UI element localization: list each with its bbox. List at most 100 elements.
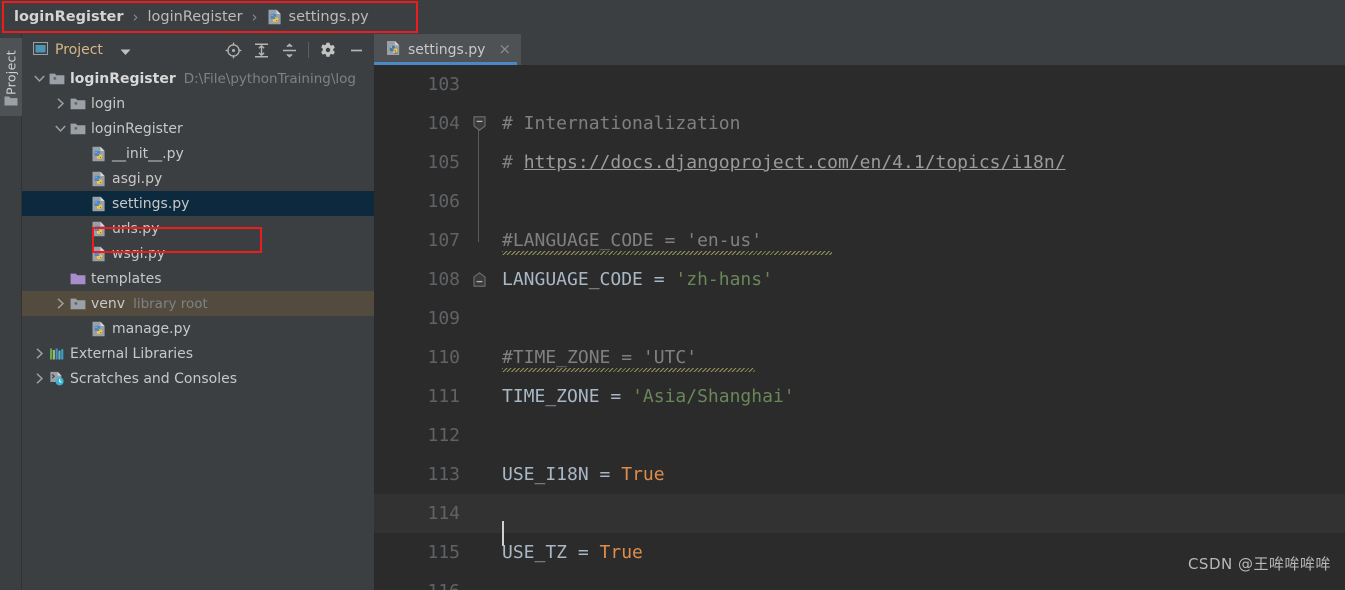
code-line-105[interactable]: 105 # https://docs.djangoproject.com/en/4… <box>374 143 1345 182</box>
expand-all-icon[interactable] <box>247 36 275 64</box>
tree-row-templates[interactable]: templates <box>22 266 374 291</box>
fold-column <box>473 299 489 338</box>
tree-row-venv[interactable]: venv library root <box>22 291 374 316</box>
code-text: TIME_ZONE = 'Asia/Shanghai' <box>489 377 795 416</box>
code-text: # https://docs.djangoproject.com/en/4.1/… <box>489 143 1066 182</box>
tree-row-label: venv <box>91 295 126 312</box>
tree-row-label: wsgi.py <box>112 245 166 262</box>
fold-region-start-icon[interactable] <box>473 116 486 135</box>
code-token: = <box>599 464 622 485</box>
fold-column <box>473 260 489 299</box>
toolbar-divider <box>308 42 309 58</box>
code-line-110[interactable]: 110 #TIME_ZONE = 'UTC' <box>374 338 1345 377</box>
code-token: = <box>610 386 633 407</box>
fold-column <box>473 572 489 590</box>
folder-module-icon <box>68 122 87 136</box>
tree-row-label: urls.py <box>112 220 160 237</box>
code-text: # Internationalization <box>489 104 740 143</box>
chevron-right-icon[interactable] <box>32 348 47 359</box>
tree-row-login[interactable]: login <box>22 91 374 116</box>
tree-row-label: loginRegister <box>91 120 183 137</box>
chevron-down-icon[interactable] <box>32 74 47 83</box>
folder-module-icon <box>47 72 66 86</box>
tree-row-label: login <box>91 95 126 112</box>
tree-row-__init__-py[interactable]: __init__.py <box>22 141 374 166</box>
watermark-text: CSDN @王哞哞哞哞 <box>1187 555 1331 573</box>
chevron-right-icon[interactable] <box>53 98 68 109</box>
fold-column <box>473 533 489 572</box>
code-editor[interactable]: 103 104 # Internationalization 105 # https:/… <box>374 65 1345 590</box>
tree-row-subtext: library root <box>133 295 208 312</box>
project-file-tree[interactable]: loginRegister D:\File\pythonTraining\log … <box>22 66 374 590</box>
code-line-114[interactable]: 114 <box>374 494 1345 546</box>
chevron-down-icon[interactable] <box>120 41 131 60</box>
code-text: USE_I18N = True <box>489 455 665 494</box>
tree-row-settings-py[interactable]: settings.py <box>22 191 374 216</box>
breadcrumb-item-settings-py[interactable]: settings.py <box>267 9 369 25</box>
fold-column <box>473 494 489 533</box>
breadcrumb-item-loginregister[interactable]: loginRegister <box>14 9 124 25</box>
line-number: 106 <box>374 182 473 221</box>
tree-row-subtext: D:\File\pythonTraining\log <box>183 70 356 87</box>
code-line-116[interactable]: 116 <box>374 572 1345 590</box>
python-file-icon <box>89 196 108 212</box>
project-toolbar: Project <box>22 34 374 66</box>
code-text: USE_TZ = True <box>489 533 643 572</box>
editor-tab-bar: settings.py × <box>374 34 1345 65</box>
line-number: 105 <box>374 143 473 182</box>
python-file-icon <box>89 171 108 187</box>
breadcrumb-item-loginregister[interactable]: loginRegister <box>148 9 243 25</box>
line-number: 112 <box>374 416 473 455</box>
line-number: 114 <box>374 494 473 533</box>
code-token: True <box>621 464 665 485</box>
code-token: 'zh-hans' <box>675 269 773 290</box>
code-text: #TIME_ZONE = 'UTC' <box>489 338 755 377</box>
code-line-103[interactable]: 103 <box>374 65 1345 104</box>
line-number: 107 <box>374 221 473 260</box>
tree-row-loginregister[interactable]: loginRegister <box>22 116 374 141</box>
tree-row-label: manage.py <box>112 320 191 337</box>
code-line-107[interactable]: 107 #LANGUAGE_CODE = 'en-us' <box>374 221 1345 260</box>
tree-row-manage-py[interactable]: manage.py <box>22 316 374 341</box>
chevron-down-icon[interactable] <box>53 124 68 133</box>
line-number: 108 <box>374 260 473 299</box>
code-token: # <box>502 152 524 173</box>
line-number: 110 <box>374 338 473 377</box>
tab-settings-py[interactable]: settings.py × <box>374 34 522 65</box>
breadcrumb-label: loginRegister <box>147 9 243 25</box>
project-panel-title: Project <box>55 42 103 58</box>
code-token[interactable]: https://docs.djangoproject.com/en/4.1/to… <box>524 152 1066 173</box>
breadcrumb: loginRegister › loginRegister › settings.py <box>0 0 1345 34</box>
code-line-104[interactable]: 104 # Internationalization <box>374 104 1345 143</box>
settings-gear-icon[interactable] <box>314 36 342 64</box>
code-token: #LANGUAGE_CODE = 'en-us' <box>502 230 763 251</box>
code-line-113[interactable]: 113 USE_I18N = True <box>374 455 1345 494</box>
collapse-all-icon[interactable] <box>275 36 303 64</box>
hide-icon[interactable] <box>342 36 370 64</box>
inspection-squiggle <box>502 251 832 255</box>
close-icon[interactable]: × <box>498 42 511 57</box>
select-opened-file-icon[interactable] <box>219 36 247 64</box>
tree-row-urls-py[interactable]: urls.py <box>22 216 374 241</box>
chevron-right-icon[interactable] <box>53 298 68 309</box>
tree-row-asgi-py[interactable]: asgi.py <box>22 166 374 191</box>
code-line-111[interactable]: 111 TIME_ZONE = 'Asia/Shanghai' <box>374 377 1345 416</box>
code-line-112[interactable]: 112 <box>374 416 1345 455</box>
inspection-squiggle <box>502 368 755 372</box>
code-token: USE_I18N <box>502 464 600 485</box>
tree-row-loginregister[interactable]: loginRegister D:\File\pythonTraining\log <box>22 66 374 91</box>
python-file-icon <box>89 146 108 162</box>
code-line-109[interactable]: 109 <box>374 299 1345 338</box>
breadcrumb-separator: › <box>251 7 258 26</box>
code-token: # Internationalization <box>502 113 741 134</box>
tree-row-wsgi-py[interactable]: wsgi.py <box>22 241 374 266</box>
folder-purple-icon <box>68 272 87 286</box>
tool-window-stripe-left: Project <box>0 34 22 590</box>
code-line-106[interactable]: 106 <box>374 182 1345 221</box>
code-line-108[interactable]: 108 LANGUAGE_CODE = 'zh-hans' <box>374 260 1345 299</box>
tree-row-scratches-and-consoles[interactable]: Scratches and Consoles <box>22 366 374 391</box>
line-number: 116 <box>374 572 473 590</box>
tree-row-external-libraries[interactable]: External Libraries <box>22 341 374 366</box>
scratches-icon <box>47 371 66 386</box>
chevron-right-icon[interactable] <box>32 373 47 384</box>
